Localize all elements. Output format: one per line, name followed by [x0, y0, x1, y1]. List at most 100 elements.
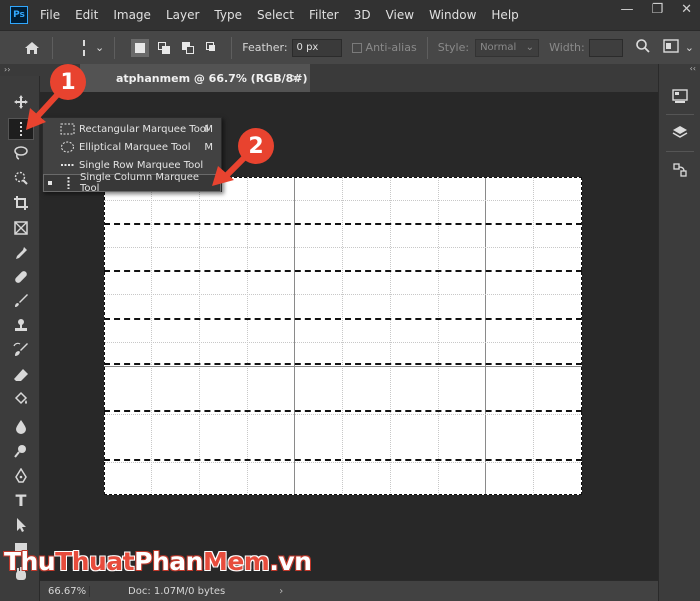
clone-stamp-tool-icon[interactable] — [8, 315, 34, 337]
right-panel-dock: ‹‹ — [658, 64, 700, 601]
restore-button[interactable]: ❐ — [651, 2, 663, 17]
menu-layer[interactable]: Layer — [166, 8, 199, 22]
tool-preset-picker[interactable]: ⌄ — [77, 39, 105, 56]
path-selection-tool-icon[interactable] — [8, 514, 34, 536]
window-controls: — ❐ ✕ — [620, 2, 692, 17]
menu-image[interactable]: Image — [113, 8, 151, 22]
elliptical-marquee-label: Elliptical Marquee Tool — [79, 141, 191, 153]
status-bar: 66.67% Doc: 1.07M/0 bytes › — [40, 580, 658, 601]
close-button[interactable]: ✕ — [681, 2, 692, 17]
callout-badge-2: 2 — [238, 128, 274, 164]
rectangular-marquee-item[interactable]: Rectangular Marquee Tool M — [43, 120, 221, 138]
eraser-tool-icon[interactable] — [8, 364, 34, 386]
single-row-marquee-icon — [61, 164, 74, 166]
subtract-selection-icon — [182, 41, 195, 54]
width-input[interactable] — [588, 38, 623, 57]
elliptical-marquee-shortcut: M — [204, 141, 213, 153]
single-column-marquee-icon — [67, 177, 70, 189]
minimize-button[interactable]: — — [620, 2, 633, 17]
move-tool-icon[interactable] — [8, 91, 34, 113]
menu-window[interactable]: Window — [429, 8, 476, 22]
menu-type[interactable]: Type — [214, 8, 242, 22]
chevron-down-icon: ⌄ — [95, 41, 105, 54]
separator — [114, 36, 116, 59]
pen-tool-icon[interactable] — [8, 465, 34, 487]
single-column-marquee-item[interactable]: Single Column Marquee Tool — [43, 172, 221, 194]
menu-edit[interactable]: Edit — [75, 8, 98, 22]
separator — [665, 114, 694, 115]
rectangular-marquee-icon — [60, 123, 75, 135]
separator — [665, 151, 694, 152]
rectangular-marquee-shortcut: M — [204, 123, 213, 135]
workspace-icon[interactable] — [663, 39, 679, 56]
quick-selection-tool-icon[interactable] — [8, 167, 34, 189]
menu-bar: Ps File Edit Image Layer Type Select Fil… — [0, 0, 700, 30]
blur-tool-icon[interactable] — [8, 416, 34, 438]
intersect-selection-button[interactable] — [203, 39, 221, 57]
canvas-selection-edge — [104, 177, 582, 495]
antialias-label: Anti-alias — [365, 41, 417, 54]
history-brush-tool-icon[interactable] — [8, 339, 34, 361]
elliptical-marquee-icon — [61, 141, 74, 153]
new-selection-button[interactable] — [131, 38, 150, 57]
paths-panel-icon[interactable] — [670, 160, 690, 180]
callout-badge-1: 1 — [50, 64, 86, 100]
menu-filter[interactable]: Filter — [309, 8, 339, 22]
add-to-selection-button[interactable] — [155, 39, 173, 57]
zoom-level[interactable]: 66.67% — [40, 585, 90, 597]
document-tab[interactable]: atphanmem @ 66.7% (RGB/8#) ✕ — [80, 64, 310, 92]
watermark-logo: ThuThuatPhanMem.vn — [4, 547, 312, 576]
selected-bullet-icon — [48, 181, 52, 185]
tools-collapse-toggle[interactable]: ›› — [0, 64, 40, 76]
separator — [52, 36, 53, 59]
marquee-tools-flyout: Rectangular Marquee Tool M Elliptical Ma… — [42, 117, 222, 194]
lasso-tool-icon[interactable] — [8, 142, 34, 164]
dodge-tool-icon[interactable] — [8, 440, 34, 462]
photoshop-logo: Ps — [10, 6, 28, 24]
style-label: Style: — [437, 41, 470, 54]
document-canvas[interactable] — [104, 177, 582, 495]
document-size: Doc: 1.07M/0 bytes — [128, 585, 226, 597]
crop-tool-icon[interactable] — [8, 192, 34, 214]
search-icon[interactable] — [635, 38, 651, 57]
frame-tool-icon[interactable] — [8, 217, 34, 239]
home-icon[interactable] — [22, 38, 42, 58]
eyedropper-tool-icon[interactable] — [8, 242, 34, 264]
menu-file[interactable]: File — [40, 8, 60, 22]
feather-label: Feather: — [242, 41, 288, 54]
layers-panel-icon[interactable] — [670, 123, 690, 143]
single-row-marquee-label: Single Row Marquee Tool — [79, 159, 204, 171]
marquee-tool-icon[interactable] — [8, 118, 34, 140]
menu-select[interactable]: Select — [257, 8, 294, 22]
style-value: Normal — [480, 42, 517, 53]
antialias-checkbox[interactable] — [351, 42, 362, 53]
separator — [231, 36, 233, 59]
separator — [426, 36, 428, 59]
panel-collapse-toggle[interactable]: ‹‹ — [659, 64, 700, 78]
close-icon[interactable]: ✕ — [291, 72, 300, 85]
type-tool-icon[interactable]: T — [8, 489, 34, 511]
options-bar: ⌄ Feather: 0 px Anti-alias Style: Normal… — [0, 30, 700, 64]
single-column-marquee-icon — [83, 39, 87, 56]
menu-help[interactable]: Help — [491, 8, 518, 22]
feather-input[interactable]: 0 px — [291, 38, 342, 57]
rectangular-marquee-label: Rectangular Marquee Tool — [79, 123, 209, 135]
menu-view[interactable]: View — [386, 8, 414, 22]
healing-brush-tool-icon[interactable] — [8, 266, 34, 288]
add-selection-icon — [158, 41, 171, 54]
info-panel-icon[interactable] — [670, 86, 690, 106]
style-select[interactable]: Normal ⌄ — [475, 38, 540, 57]
document-tab-bar: atphanmem @ 66.7% (RGB/8#) ✕ — [40, 64, 658, 92]
new-selection-icon — [135, 42, 146, 53]
single-column-marquee-label: Single Column Marquee Tool — [80, 172, 200, 194]
chevron-right-icon[interactable]: › — [279, 586, 283, 597]
width-label: Width: — [549, 41, 585, 54]
chevron-down-icon[interactable]: ⌄ — [685, 41, 694, 54]
brush-tool-icon[interactable] — [8, 290, 34, 312]
menu-3d[interactable]: 3D — [354, 8, 371, 22]
elliptical-marquee-item[interactable]: Elliptical Marquee Tool M — [43, 138, 221, 156]
subtract-from-selection-button[interactable] — [179, 39, 197, 57]
document-tab-title: atphanmem @ 66.7% (RGB/8#) — [116, 71, 308, 85]
paint-bucket-tool-icon[interactable] — [8, 388, 34, 410]
chevron-down-icon: ⌄ — [525, 42, 535, 53]
